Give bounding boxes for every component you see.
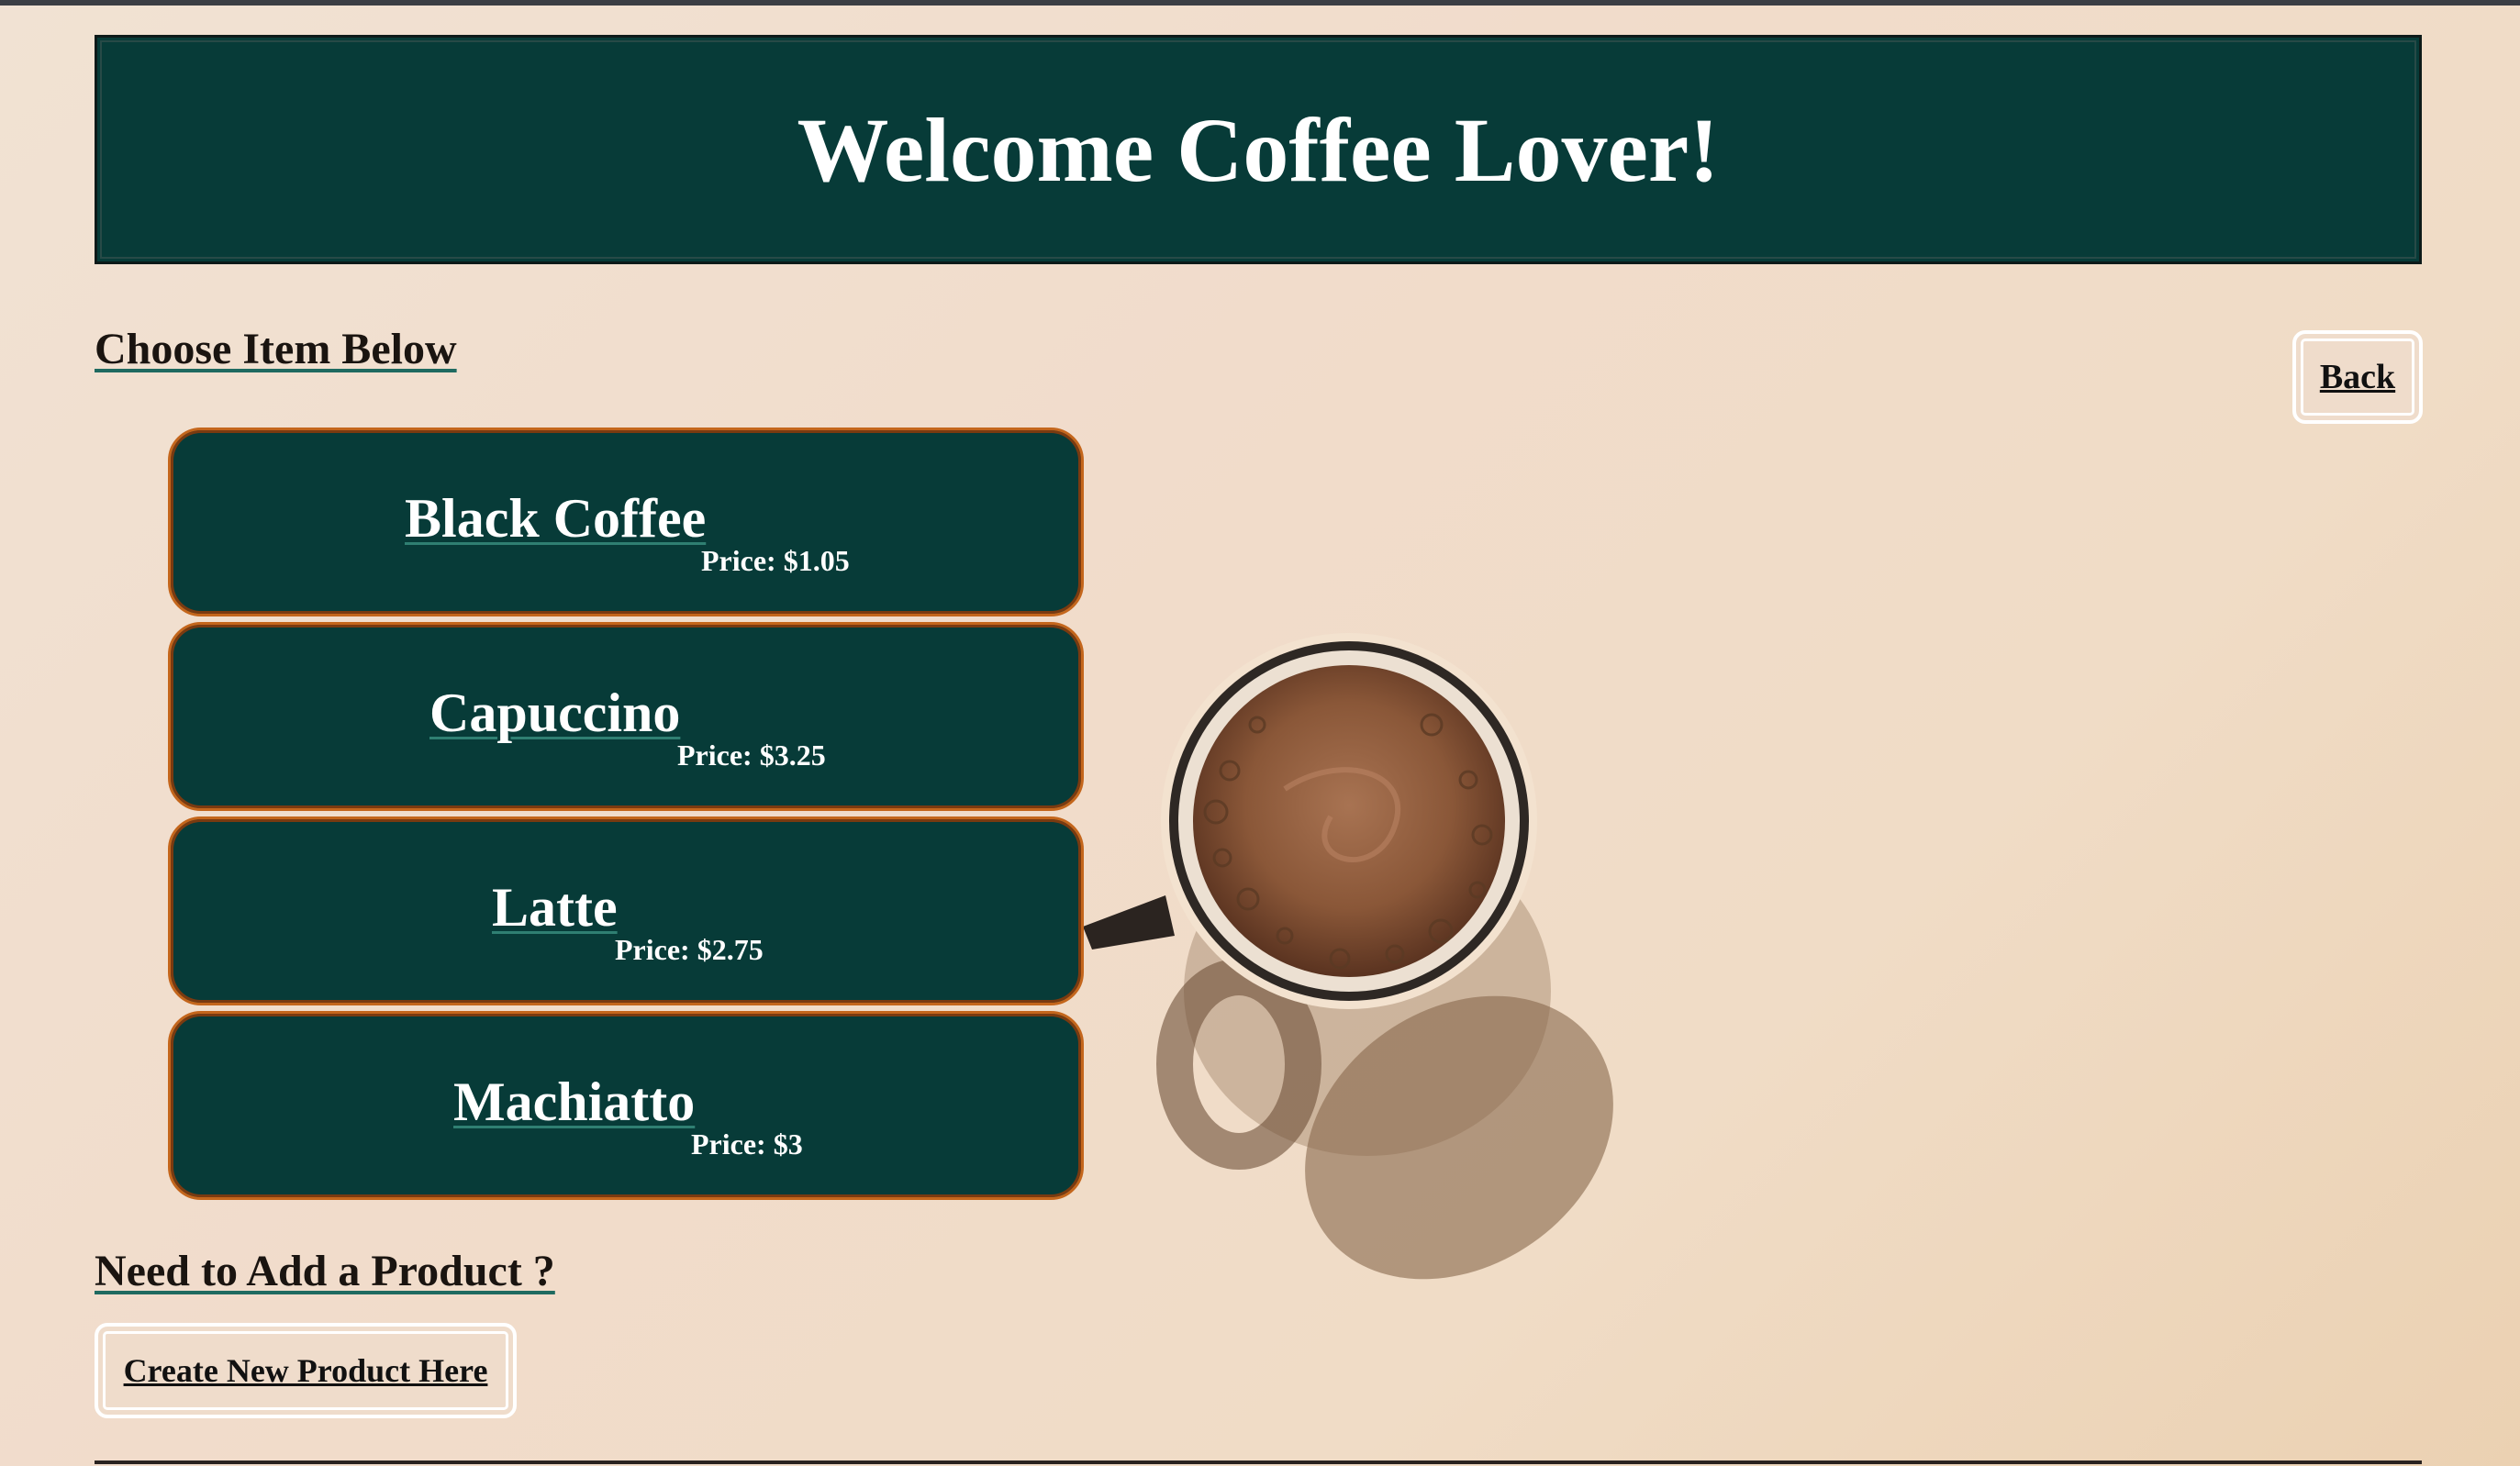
window-top-edge xyxy=(0,0,2520,6)
product-card-machiatto[interactable]: Machiatto Price: $3 xyxy=(168,1011,1084,1200)
add-product-heading: Need to Add a Product ? xyxy=(95,1247,555,1295)
product-name[interactable]: Black Coffee xyxy=(405,487,706,550)
product-card-black-coffee[interactable]: Black Coffee Price: $1.05 xyxy=(168,428,1084,616)
product-name[interactable]: Capuccino xyxy=(429,682,680,745)
back-button[interactable]: Back xyxy=(2292,330,2423,424)
product-list: Black Coffee Price: $1.05 Capuccino Pric… xyxy=(168,428,1084,1205)
coffee-cup-image xyxy=(1083,633,1613,1280)
choose-item-heading: Choose Item Below xyxy=(95,325,457,373)
product-name[interactable]: Latte xyxy=(492,876,618,939)
product-card-capuccino[interactable]: Capuccino Price: $3.25 xyxy=(168,622,1084,811)
bottom-divider xyxy=(95,1460,2422,1464)
create-product-button[interactable]: Create New Product Here xyxy=(95,1323,517,1418)
page-title: Welcome Coffee Lover! xyxy=(797,98,1720,201)
product-price: Price: $3.25 xyxy=(677,739,826,772)
product-name[interactable]: Machiatto xyxy=(453,1071,695,1134)
product-card-latte[interactable]: Latte Price: $2.75 xyxy=(168,816,1084,1005)
page-header: Welcome Coffee Lover! xyxy=(95,35,2422,264)
product-price: Price: $3 xyxy=(691,1127,803,1161)
product-price: Price: $1.05 xyxy=(701,544,850,577)
product-price: Price: $2.75 xyxy=(615,933,764,966)
